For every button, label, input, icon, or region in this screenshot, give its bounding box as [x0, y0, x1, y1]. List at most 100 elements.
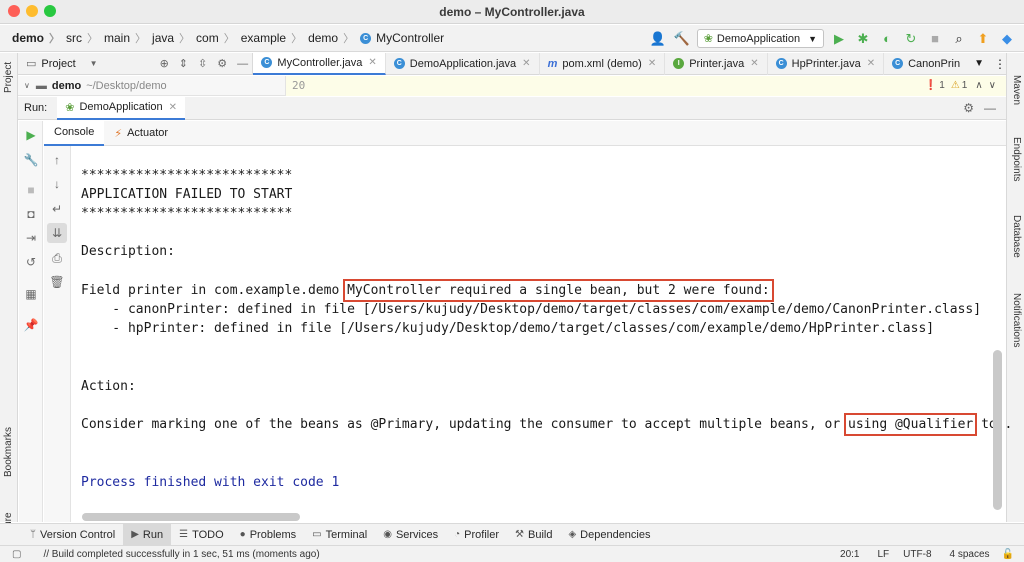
profiler-icon: ◔ [454, 529, 461, 540]
tab-todo[interactable]: ☰ TODO [171, 524, 232, 546]
stop-icon[interactable]: ■ [926, 30, 944, 48]
close-icon[interactable]: ✕ [750, 58, 758, 69]
stop-icon[interactable]: ■ [24, 183, 38, 197]
close-icon[interactable]: ✕ [169, 102, 177, 113]
hide-icon[interactable]: — [984, 101, 996, 115]
chevron-down-icon[interactable]: ∨ [989, 80, 996, 91]
warning-icon: ⚠ [950, 80, 960, 91]
tab-demoapplication[interactable]: C DemoApplication.java ✕ [386, 52, 540, 75]
run-tab-demoapplication[interactable]: ❀ DemoApplication ✕ [57, 96, 186, 120]
breadcrumb-item[interactable]: example 〉 [241, 30, 302, 46]
indent-setting[interactable]: 4 spaces [950, 549, 990, 560]
tab-hpprinter[interactable]: C HpPrinter.java ✕ [768, 52, 885, 75]
project-tree-row: ∨ ▬ demo ~/Desktop/demo 20 ❗ 1 ⚠ 1 ∧ ∨ [18, 75, 1006, 96]
collapse-icon[interactable]: ⇕ [179, 57, 188, 70]
tab-mycontroller[interactable]: C MyController.java ✕ [253, 52, 386, 75]
hide-icon[interactable]: — [237, 58, 248, 70]
soft-wrap-icon[interactable]: ↵ [50, 202, 64, 216]
close-icon[interactable]: ✕ [648, 58, 656, 69]
tab-printer[interactable]: I Printer.java ✕ [665, 52, 768, 75]
wrench-icon[interactable]: 🔧 [24, 153, 39, 167]
arrow-up-icon[interactable]: ↑ [50, 153, 64, 167]
restore-icon[interactable]: ↺ [24, 255, 38, 269]
search-icon[interactable]: ⌕ [950, 30, 968, 48]
rerun-icon[interactable]: ▶ [24, 128, 38, 142]
layout-toggle-icon[interactable]: ▢ [12, 549, 21, 560]
tab-version-control[interactable]: ᛘ Version Control [22, 524, 123, 546]
chevron-down-icon[interactable]: ▼ [90, 59, 98, 68]
notifications-side-tab[interactable]: Notifications [1011, 293, 1022, 347]
database-side-tab[interactable]: Database [1011, 215, 1022, 258]
console-output[interactable]: *************************** APPLICATION … [72, 147, 1012, 513]
run-icon[interactable]: ▶ [830, 30, 848, 48]
list-icon: ☰ [179, 529, 189, 540]
project-side-tab[interactable]: Project [3, 62, 14, 93]
debug-icon[interactable]: ✱ [854, 30, 872, 48]
vertical-scrollbar[interactable] [993, 350, 1002, 510]
login-icon[interactable]: ⇥ [24, 231, 38, 245]
profile-icon[interactable]: ↻ [902, 30, 920, 48]
gear-icon[interactable]: ⚙ [217, 57, 227, 70]
breadcrumb-item[interactable]: demo 〉 [308, 30, 354, 46]
file-encoding[interactable]: UTF-8 [903, 549, 931, 560]
bookmarks-side-tab[interactable]: Bookmarks [3, 427, 14, 477]
update-icon[interactable]: ⬆ [974, 30, 992, 48]
target-icon[interactable]: ⊕ [160, 57, 169, 70]
coverage-icon[interactable]: ◐ [878, 30, 896, 48]
jetbrains-icon[interactable]: ◆ [998, 30, 1016, 48]
camera-icon[interactable]: ◘ [24, 207, 38, 221]
tab-console[interactable]: Console [44, 120, 105, 146]
print-icon[interactable]: ⎙ [50, 251, 64, 265]
tab-canonprinter[interactable]: C CanonPrin [884, 53, 968, 75]
line-ending[interactable]: LF [878, 549, 890, 560]
chevron-down-icon[interactable]: ∨ [24, 81, 30, 90]
tab-services[interactable]: ◉ Services [375, 524, 446, 546]
gear-icon[interactable]: ⚙ [963, 101, 974, 115]
tabs-overflow-icon[interactable]: ▼ [974, 58, 984, 69]
inspection-widget[interactable]: ❗ 1 ⚠ 1 ∧ ∨ [925, 80, 996, 91]
breadcrumb-item[interactable]: C MyController [360, 31, 444, 45]
lock-icon[interactable]: 🔓 [1002, 549, 1014, 560]
arrow-down-icon[interactable]: ↓ [50, 177, 64, 191]
console-line: - hpPrinter: defined in file [/Users/kuj… [81, 321, 935, 336]
close-icon[interactable]: ✕ [867, 58, 875, 69]
endpoints-side-tab[interactable]: Endpoints [1011, 137, 1022, 181]
tab-problems[interactable]: ● Problems [232, 524, 305, 546]
status-message[interactable]: // Build completed successfully in 1 sec… [43, 549, 319, 560]
close-icon[interactable]: ✕ [522, 58, 530, 69]
dependencies-icon: ◈ [568, 529, 577, 540]
build-hammer-icon[interactable]: 🔨 [673, 30, 691, 48]
tab-run[interactable]: ▶ Run [123, 523, 172, 546]
expand-icon[interactable]: ⇳ [198, 57, 207, 70]
run-config-selector[interactable]: ❀ DemoApplication ▼ [696, 29, 824, 48]
breadcrumb-item[interactable]: src 〉 [66, 30, 98, 46]
breadcrumb-item[interactable]: com 〉 [196, 30, 235, 46]
layout-icon[interactable]: ▦ [24, 287, 38, 301]
terminal-icon: ▭ [312, 529, 322, 540]
tab-terminal[interactable]: ▭ Terminal [304, 524, 375, 546]
horizontal-scrollbar[interactable] [82, 513, 300, 521]
maven-side-tab[interactable]: Maven [1011, 75, 1022, 105]
close-icon[interactable]: ✕ [368, 57, 376, 68]
caret-position[interactable]: 20:1 [840, 549, 859, 560]
project-root-item[interactable]: ∨ ▬ demo ~/Desktop/demo [18, 75, 286, 96]
process-exit-line: Process finished with exit code 1 [81, 475, 340, 490]
scroll-to-end-toggle[interactable]: ⇊ [47, 223, 67, 243]
tab-dependencies[interactable]: ◈ Dependencies [560, 524, 658, 546]
user-icon[interactable]: 👤 [649, 30, 667, 48]
breadcrumb-item[interactable]: java 〉 [152, 30, 190, 46]
trash-icon[interactable]: 🗑 [49, 275, 64, 289]
project-view-selector[interactable]: Project [41, 58, 75, 70]
tab-profiler[interactable]: ◔ Profiler [446, 524, 507, 546]
tab-build[interactable]: ⚒ Build [507, 524, 560, 546]
more-icon[interactable]: ⋮ [994, 57, 1006, 71]
problems-icon: ● [239, 529, 246, 540]
pin-icon[interactable]: 📌 [24, 318, 39, 332]
breadcrumb-item[interactable]: demo 〉 [12, 30, 60, 46]
chevron-up-icon[interactable]: ∧ [975, 80, 982, 91]
project-panel-header: ▭ Project ▼ ⊕ ⇕ ⇳ ⚙ — [18, 52, 254, 75]
tab-actuator[interactable]: ⚡ Actuator [104, 121, 178, 146]
tab-pom[interactable]: m pom.xml (demo) ✕ [540, 52, 666, 75]
breadcrumb-item[interactable]: main 〉 [104, 30, 146, 46]
actuator-icon: ⚡ [114, 127, 123, 140]
